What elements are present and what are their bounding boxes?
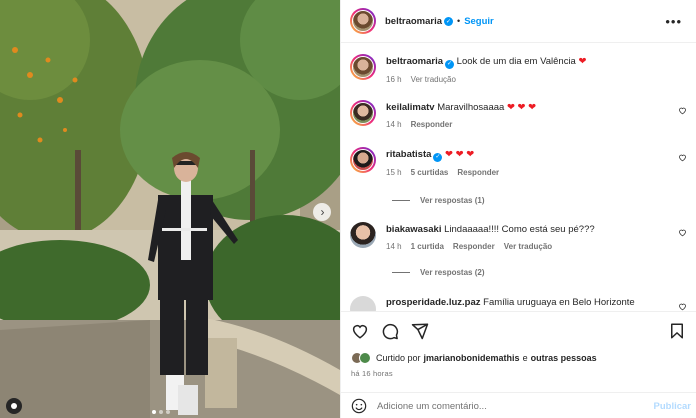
- share-icon[interactable]: [411, 322, 429, 340]
- author-avatar[interactable]: [350, 8, 376, 34]
- liked-by-conj: e: [522, 353, 528, 363]
- more-options-icon[interactable]: •••: [665, 15, 682, 28]
- view-replies-button[interactable]: Ver respostas (2): [392, 268, 484, 277]
- comment-likes-count[interactable]: 5 curtidas: [411, 168, 449, 177]
- translate-link[interactable]: Ver tradução: [411, 75, 456, 84]
- comment-text: Família uruguaya en Belo Horizonte: [483, 297, 635, 308]
- comment-item: ritabatista ✓ ❤ ❤ ❤ 15 h 5 curtidas Respo…: [350, 147, 690, 177]
- comment-username[interactable]: ritabatista: [386, 149, 431, 160]
- comment-icon[interactable]: [381, 322, 399, 340]
- comment-text: Lindaaaaa!!!! Como está seu pé???: [444, 224, 595, 235]
- reply-button[interactable]: Responder: [411, 120, 453, 129]
- post-actions: Curtido por jmarianobonidemathis e outra…: [341, 311, 696, 418]
- post-photo[interactable]: ›: [0, 0, 340, 418]
- post-side-panel: beltraomaria ✓ • Seguir ••• beltraomaria…: [340, 0, 696, 418]
- follow-button[interactable]: Seguir: [464, 16, 494, 27]
- commenter-avatar[interactable]: [350, 222, 376, 248]
- caption-text: Look de um dia em Valência: [456, 56, 576, 67]
- comments-list[interactable]: beltraomaria ✓ Look de um dia em Valência…: [341, 44, 696, 311]
- comment-age: 15 h: [386, 167, 402, 177]
- reply-button[interactable]: Responder: [453, 242, 495, 251]
- like-comment-heart-icon[interactable]: [678, 302, 687, 311]
- liked-by: Curtido por jmarianobonidemathis e outra…: [351, 352, 597, 364]
- publish-button[interactable]: Publicar: [654, 401, 692, 412]
- comment-username[interactable]: keilalimatv: [386, 102, 435, 113]
- liker-avatar: [359, 352, 371, 364]
- commenter-avatar[interactable]: [350, 147, 376, 173]
- carousel-next-button[interactable]: ›: [313, 203, 331, 221]
- caption-item: beltraomaria ✓ Look de um dia em Valência…: [350, 54, 690, 84]
- carousel-indicator: [152, 410, 170, 414]
- heart-emoji: ❤: [578, 56, 587, 67]
- reply-button[interactable]: Responder: [457, 168, 499, 177]
- heart-emoji: ❤ ❤ ❤: [445, 149, 475, 160]
- like-comment-heart-icon[interactable]: [678, 153, 687, 162]
- author-avatar[interactable]: [350, 54, 376, 80]
- verified-icon: ✓: [445, 59, 455, 69]
- user-icon: [11, 403, 17, 409]
- heart-icon[interactable]: [351, 322, 369, 340]
- post-header: beltraomaria ✓ • Seguir •••: [341, 0, 696, 43]
- verified-icon: ✓: [433, 152, 443, 162]
- comment-item: keilalimatv Maravilhosaaaa ❤ ❤ ❤ 14 h Re…: [350, 100, 690, 129]
- liked-by-user[interactable]: jmarianobonidemathis: [424, 353, 520, 363]
- replies-line: [392, 272, 410, 273]
- comment-likes-count[interactable]: 1 curtida: [411, 242, 444, 251]
- caption-username[interactable]: beltraomaria: [386, 56, 443, 67]
- comment-text: Maravilhosaaaa: [437, 102, 505, 113]
- comment-username[interactable]: prosperidade.luz.paz: [386, 297, 481, 308]
- like-comment-heart-icon[interactable]: [678, 228, 687, 237]
- comment-input[interactable]: [377, 400, 637, 412]
- heart-emoji: ❤ ❤ ❤: [506, 102, 537, 113]
- photo-image: [0, 0, 340, 418]
- author-username[interactable]: beltraomaria: [385, 16, 442, 27]
- comment-age: 14 h: [386, 120, 402, 129]
- carousel-dot: [166, 410, 170, 414]
- translate-link[interactable]: Ver tradução: [504, 242, 552, 251]
- comment-username[interactable]: biakawasaki: [386, 224, 441, 235]
- carousel-dot: [159, 410, 163, 414]
- tagged-users-button[interactable]: [6, 398, 22, 414]
- comment-item: biakawasaki Lindaaaaa!!!! Como está seu …: [350, 222, 690, 251]
- commenter-avatar[interactable]: [350, 100, 376, 126]
- emoji-icon[interactable]: [351, 398, 367, 414]
- liked-by-others[interactable]: outras pessoas: [531, 353, 597, 363]
- verified-icon: ✓: [444, 16, 454, 26]
- separator-dot: •: [457, 16, 461, 26]
- bookmark-icon[interactable]: [668, 322, 686, 340]
- replies-line: [392, 200, 410, 201]
- add-comment-bar: Publicar: [341, 392, 696, 418]
- carousel-dot: [152, 410, 156, 414]
- view-replies-button[interactable]: Ver respostas (1): [392, 196, 484, 205]
- liked-by-prefix: Curtido por: [376, 353, 421, 363]
- like-comment-heart-icon[interactable]: [678, 106, 687, 115]
- view-replies-label: Ver respostas (1): [420, 196, 485, 205]
- comment-age: 14 h: [386, 242, 402, 251]
- caption-age: 16 h: [386, 74, 402, 84]
- post-timestamp[interactable]: há 16 horas: [351, 369, 393, 378]
- view-replies-label: Ver respostas (2): [420, 268, 485, 277]
- commenter-avatar[interactable]: [350, 296, 376, 311]
- chevron-right-icon: ›: [320, 205, 325, 219]
- comment-item: prosperidade.luz.paz Família uruguaya en…: [350, 296, 690, 311]
